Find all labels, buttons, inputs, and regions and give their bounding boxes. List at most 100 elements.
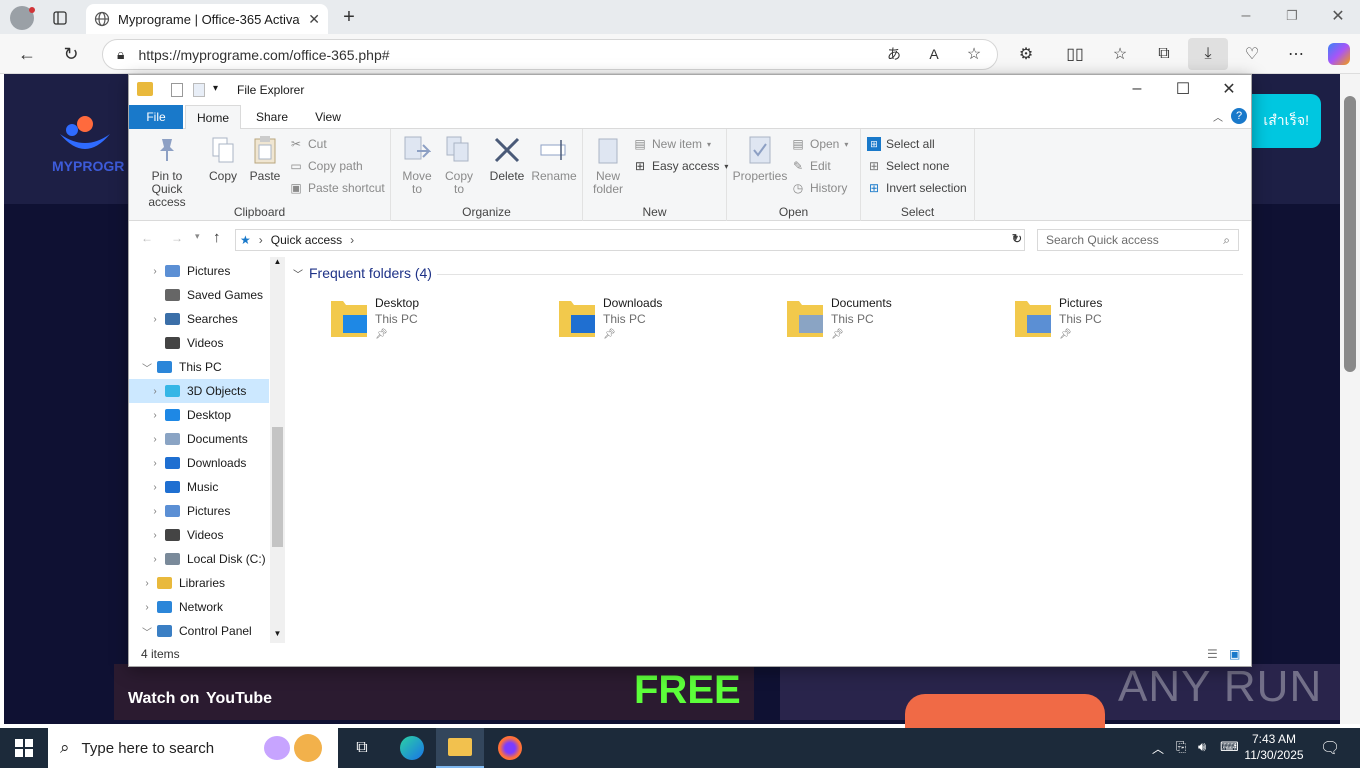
nav-pane-scrollbar[interactable]: ▲ ▼ (270, 257, 285, 643)
pin-quick-access-button[interactable]: Pin to Quick access (135, 133, 199, 209)
explorer-minimize-icon[interactable]: – (1127, 79, 1147, 99)
properties-button[interactable]: Properties (731, 133, 789, 183)
expand-chevron-icon[interactable]: › (147, 530, 163, 541)
explorer-close-icon[interactable]: ✕ (1219, 79, 1239, 99)
folder-tile[interactable]: Documents This PC 📌︎ (785, 295, 1005, 345)
read-aloud-icon[interactable]: A (924, 44, 944, 64)
scroll-down-icon[interactable]: ▼ (270, 629, 285, 643)
refresh-folder-icon[interactable]: ↻ (1009, 231, 1025, 247)
tab-actions-icon[interactable] (48, 6, 72, 30)
browser-tab[interactable]: Myprograme | Office-365 Activati ✕ (86, 4, 328, 34)
tree-item[interactable]: › Music (129, 475, 269, 499)
large-icons-view-icon[interactable]: ▣ (1229, 647, 1240, 661)
start-windows-icon[interactable] (0, 728, 48, 768)
tab-file[interactable]: File (129, 105, 183, 129)
expand-chevron-icon[interactable]: › (147, 410, 163, 421)
help-icon[interactable]: ? (1231, 108, 1247, 124)
translate-icon[interactable]: あ (884, 44, 904, 64)
taskbar-search-box[interactable]: ⌕ Type here to search (48, 728, 338, 768)
details-view-icon[interactable]: ☰ (1207, 647, 1218, 661)
expand-chevron-icon[interactable]: › (147, 458, 163, 469)
refresh-icon[interactable]: ↻ (60, 43, 82, 65)
firefox-taskbar-icon[interactable] (486, 728, 534, 768)
easy-access-button[interactable]: ⊞ Easy access ▾ (633, 159, 728, 173)
expand-chevron-icon[interactable]: › (139, 602, 155, 613)
expand-chevron-icon[interactable]: › (147, 434, 163, 445)
collapse-chevron-icon[interactable]: ﹀ (293, 266, 303, 281)
downloads-icon[interactable]: ⤓ (1188, 38, 1228, 70)
recent-locations-icon[interactable]: ▾ (195, 231, 200, 242)
tree-item[interactable]: Videos (129, 331, 269, 355)
tree-item[interactable]: › Searches (129, 307, 269, 331)
volume-icon[interactable]: 🔊︎ (1198, 739, 1206, 755)
performance-icon[interactable]: ♡ (1242, 44, 1262, 64)
new-folder-button[interactable]: New folder (587, 133, 629, 196)
invert-selection-button[interactable]: ⊞ Invert selection (867, 181, 967, 195)
nav-pane-scroll-thumb[interactable] (272, 427, 283, 547)
page-scroll-thumb[interactable] (1344, 96, 1356, 372)
tree-item[interactable]: › Pictures (129, 259, 269, 283)
folder-tile[interactable]: Desktop This PC 📌︎ (329, 295, 549, 345)
edge-taskbar-icon[interactable] (388, 728, 436, 768)
expand-chevron-icon[interactable]: › (147, 482, 163, 493)
expand-chevron-icon[interactable]: › (147, 266, 163, 277)
search-quick-access-input[interactable]: Search Quick access ⌕ (1037, 229, 1239, 251)
collections-icon[interactable]: ⧉ (1154, 44, 1174, 64)
cta-button[interactable]: เสำเร็จ! (1241, 94, 1321, 148)
copy-button[interactable]: Copy (203, 133, 243, 183)
close-tab-icon[interactable]: ✕ (308, 11, 320, 28)
copy-path-button[interactable]: ▭ Copy path (289, 159, 362, 173)
task-view-icon[interactable]: ⧉ (338, 728, 386, 768)
search-icon[interactable]: ⌕ (1223, 233, 1230, 248)
folder-tile[interactable]: Pictures This PC 📌︎ (1013, 295, 1233, 345)
extensions-icon[interactable]: ⚙︎ (1016, 44, 1036, 64)
tab-home[interactable]: Home (185, 105, 241, 130)
properties-qat-icon[interactable] (171, 83, 183, 97)
select-all-button[interactable]: ⊞ Select all (867, 137, 935, 151)
url-field[interactable]: 🔒︎ https://myprograme.com/office-365.php… (102, 39, 998, 70)
history-button[interactable]: ◷ History (791, 181, 848, 195)
file-explorer-taskbar-icon[interactable] (436, 728, 484, 768)
expand-chevron-icon[interactable]: › (147, 386, 163, 397)
edit-button[interactable]: ✎ Edit (791, 159, 831, 173)
notifications-icon[interactable]: 🗨︎ (1320, 738, 1340, 758)
split-screen-icon[interactable]: ▯▯ (1064, 44, 1086, 64)
frequent-folders-header[interactable]: ﹀ Frequent folders (4) (293, 265, 432, 281)
breadcrumb-chevron-icon[interactable]: › (259, 233, 263, 247)
show-hidden-icons-icon[interactable]: ︿ (1152, 740, 1164, 757)
expand-chevron-icon[interactable]: › (139, 578, 155, 589)
minimize-icon[interactable]: – (1236, 6, 1256, 26)
breadcrumb-chevron-icon[interactable]: › (350, 233, 354, 247)
collapse-ribbon-icon[interactable]: ︿ (1213, 109, 1223, 124)
qat-dropdown-icon[interactable]: ▾ (213, 83, 218, 94)
breadcrumb-quick-access[interactable]: Quick access (271, 233, 342, 247)
copilot-icon[interactable] (1328, 43, 1350, 65)
expand-chevron-icon[interactable]: › (147, 314, 163, 325)
open-button[interactable]: ▤ Open ▾ (791, 137, 848, 151)
explorer-title-bar[interactable]: ▾ File Explorer – ☐ ✕ (129, 75, 1251, 105)
youtube-label[interactable]: YouTube (206, 690, 272, 708)
tree-item[interactable]: › Local Disk (C:) (129, 547, 269, 571)
paste-shortcut-button[interactable]: ▣ Paste shortcut (289, 181, 384, 195)
tree-item[interactable]: › Downloads (129, 451, 269, 475)
video-embed[interactable]: Watch on YouTube FREE (114, 664, 754, 720)
delete-button[interactable]: Delete (487, 133, 527, 183)
lock-icon[interactable]: 🔒︎ (117, 46, 124, 63)
tree-item[interactable]: › Desktop (129, 403, 269, 427)
tree-item[interactable]: › Pictures (129, 499, 269, 523)
more-menu-icon[interactable]: ⋯ (1286, 44, 1306, 64)
favorite-star-icon[interactable]: ☆ (964, 44, 984, 64)
rename-button[interactable]: Rename (531, 133, 577, 183)
tree-item[interactable]: › 3D Objects (129, 379, 269, 403)
new-folder-qat-icon[interactable] (193, 83, 205, 97)
scroll-up-icon[interactable]: ▲ (270, 257, 285, 271)
network-icon[interactable]: ⎘ (1176, 739, 1186, 755)
nav-forward-icon[interactable]: → (171, 231, 183, 245)
favorites-icon[interactable]: ☆ (1110, 44, 1130, 64)
new-item-button[interactable]: ▤ New item ▾ (633, 137, 711, 151)
nav-back-icon[interactable]: ← (141, 231, 153, 245)
tree-item[interactable]: › Network (129, 595, 269, 619)
system-clock[interactable]: 7:43 AM 11/30/2025 (1236, 731, 1312, 763)
tree-item[interactable]: › Documents (129, 427, 269, 451)
expand-chevron-icon[interactable]: › (147, 554, 163, 565)
